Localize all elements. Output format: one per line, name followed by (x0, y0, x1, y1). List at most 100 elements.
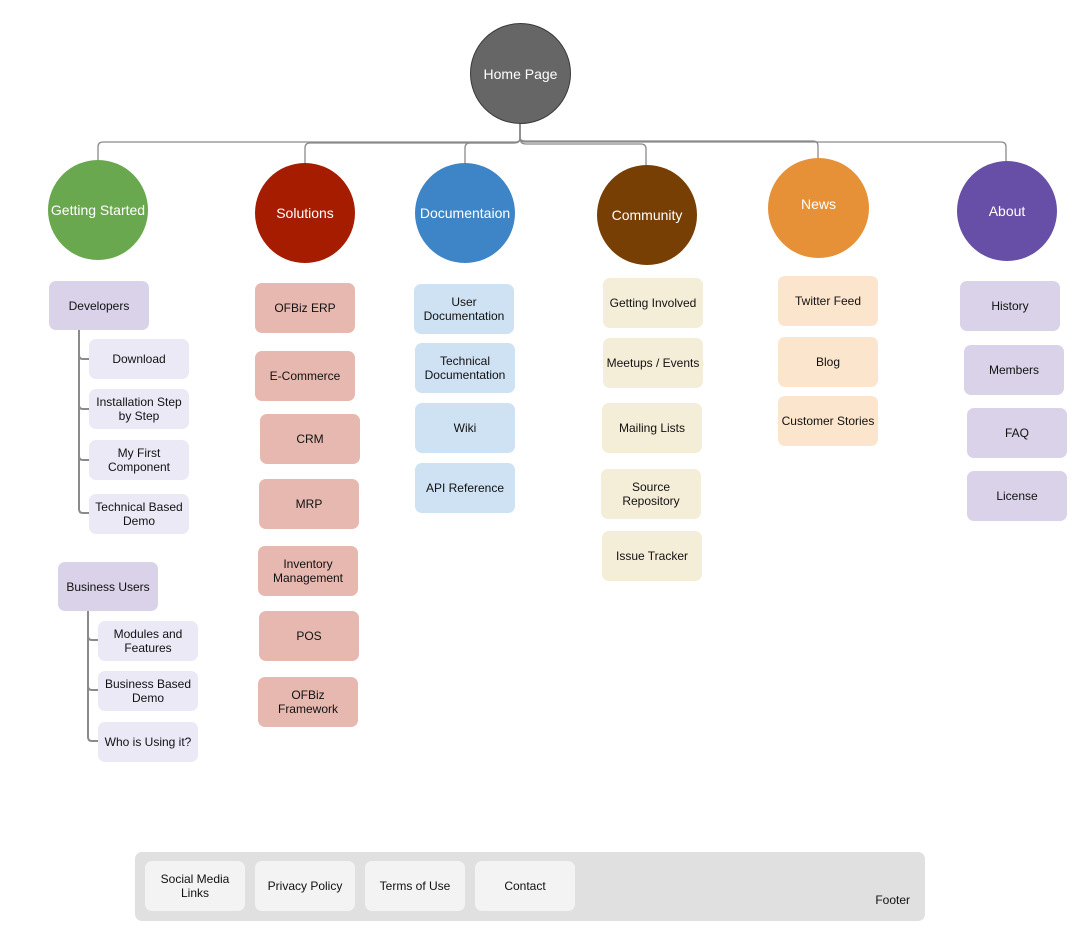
section-label: Documentaion (419, 205, 511, 221)
page-download[interactable]: Download (89, 339, 189, 379)
page-label: Download (112, 352, 166, 366)
footer-container: Social Media Links Privacy Policy Terms … (135, 852, 925, 921)
page-installation-step-by-step[interactable]: Installation Step by Step (89, 389, 189, 429)
page-mrp[interactable]: MRP (259, 479, 359, 529)
page-source-repository[interactable]: Source Repository (601, 469, 701, 519)
page-wiki[interactable]: Wiki (415, 403, 515, 453)
page-label: MRP (295, 497, 323, 511)
page-license[interactable]: License (967, 471, 1067, 521)
page-label: Source Repository (622, 480, 680, 508)
connector-home-documentation (464, 122, 521, 163)
connector-home-community (519, 122, 647, 165)
section-label: Community (611, 207, 683, 223)
page-twitter-feed[interactable]: Twitter Feed (778, 276, 878, 326)
page-label: License (996, 489, 1038, 503)
footer-link-label: Social Media Links (160, 872, 230, 900)
footer-label: Footer (875, 893, 910, 907)
home-page-label: Home Page (483, 65, 558, 82)
footer-social-media-links[interactable]: Social Media Links (145, 861, 245, 911)
connector-home-solutions (304, 122, 521, 163)
page-label: Customer Stories (781, 414, 875, 428)
page-technical-based-demo[interactable]: Technical Based Demo (89, 494, 189, 534)
section-about[interactable]: About (957, 161, 1057, 261)
page-label: My First Component (107, 446, 171, 474)
page-modules-and-features[interactable]: Modules and Features (98, 621, 198, 661)
footer-link-label: Privacy Policy (267, 879, 343, 893)
page-ofbiz-erp[interactable]: OFBiz ERP (255, 283, 355, 333)
connector-business-demo (87, 611, 98, 691)
page-label: POS (296, 629, 322, 643)
page-getting-involved[interactable]: Getting Involved (603, 278, 703, 328)
page-label: Members (988, 363, 1039, 377)
page-pos[interactable]: POS (259, 611, 359, 661)
page-label: Installation Step by Step (96, 395, 182, 423)
page-business-based-demo[interactable]: Business Based Demo (98, 671, 198, 711)
section-label: About (988, 203, 1026, 219)
page-meetups-events[interactable]: Meetups / Events (603, 338, 703, 388)
section-label: News (800, 196, 836, 212)
footer-link-label: Terms of Use (379, 879, 451, 893)
page-e-commerce[interactable]: E-Commerce (255, 351, 355, 401)
group-developers[interactable]: Developers (49, 281, 149, 330)
group-label: Developers (68, 298, 130, 313)
connector-home-getting-started (97, 122, 521, 160)
page-ofbiz-framework[interactable]: OFBiz Framework (258, 677, 358, 727)
section-news[interactable]: News (768, 158, 869, 258)
footer-privacy-policy[interactable]: Privacy Policy (255, 861, 355, 911)
home-page-node[interactable]: Home Page (470, 23, 571, 124)
page-label: Who is Using it? (104, 735, 192, 749)
connector-home-news (519, 122, 819, 158)
connector-business-modules (87, 611, 98, 641)
page-technical-documentation[interactable]: Technical Documentation (415, 343, 515, 393)
page-user-documentation[interactable]: User Documentation (414, 284, 514, 334)
connector-developers-installation (78, 330, 89, 410)
footer-link-label: Contact (504, 879, 546, 893)
connector-developers-download (78, 330, 89, 360)
section-getting-started[interactable]: Getting Started (48, 160, 148, 260)
page-who-is-using-it[interactable]: Who is Using it? (98, 722, 198, 762)
page-label: User Documentation (423, 295, 505, 323)
connector-developers-technical-demo (78, 330, 89, 514)
footer-contact[interactable]: Contact (475, 861, 575, 911)
page-label: Modules and Features (113, 627, 183, 655)
page-label: OFBiz Framework (277, 688, 338, 716)
group-label: Business Users (66, 579, 150, 594)
page-api-reference[interactable]: API Reference (415, 463, 515, 513)
page-faq[interactable]: FAQ (967, 408, 1067, 458)
page-mailing-lists[interactable]: Mailing Lists (602, 403, 702, 453)
page-blog[interactable]: Blog (778, 337, 878, 387)
connector-home-about (519, 122, 1007, 161)
page-label: Twitter Feed (794, 294, 862, 308)
page-label: API Reference (425, 481, 505, 495)
connector-developers-first-component (78, 330, 89, 461)
page-label: OFBiz ERP (274, 301, 336, 315)
page-label: Technical Based Demo (95, 500, 183, 528)
footer-terms-of-use[interactable]: Terms of Use (365, 861, 465, 911)
section-solutions[interactable]: Solutions (255, 163, 355, 263)
page-label: FAQ (1004, 426, 1029, 440)
page-history[interactable]: History (960, 281, 1060, 331)
page-issue-tracker[interactable]: Issue Tracker (602, 531, 702, 581)
page-label: Getting Involved (609, 296, 697, 310)
page-label: History (991, 299, 1029, 313)
page-members[interactable]: Members (964, 345, 1064, 395)
page-label: Technical Documentation (424, 354, 506, 382)
page-label: CRM (296, 432, 324, 446)
section-community[interactable]: Community (597, 165, 697, 265)
page-label: Business Based Demo (104, 677, 192, 705)
page-my-first-component[interactable]: My First Component (89, 440, 189, 480)
page-crm[interactable]: CRM (260, 414, 360, 464)
group-business-users[interactable]: Business Users (58, 562, 158, 611)
page-label: Mailing Lists (618, 421, 686, 435)
section-documentation[interactable]: Documentaion (415, 163, 515, 263)
page-customer-stories[interactable]: Customer Stories (778, 396, 878, 446)
page-label: Inventory Management (272, 557, 344, 585)
page-label: Issue Tracker (615, 549, 689, 563)
section-label: Getting Started (50, 202, 146, 218)
page-label: Blog (815, 355, 841, 369)
page-inventory-management[interactable]: Inventory Management (258, 546, 358, 596)
page-label: Wiki (453, 421, 477, 435)
page-label: E-Commerce (269, 369, 341, 383)
section-label: Solutions (276, 205, 334, 221)
connector-business-who (87, 611, 98, 742)
